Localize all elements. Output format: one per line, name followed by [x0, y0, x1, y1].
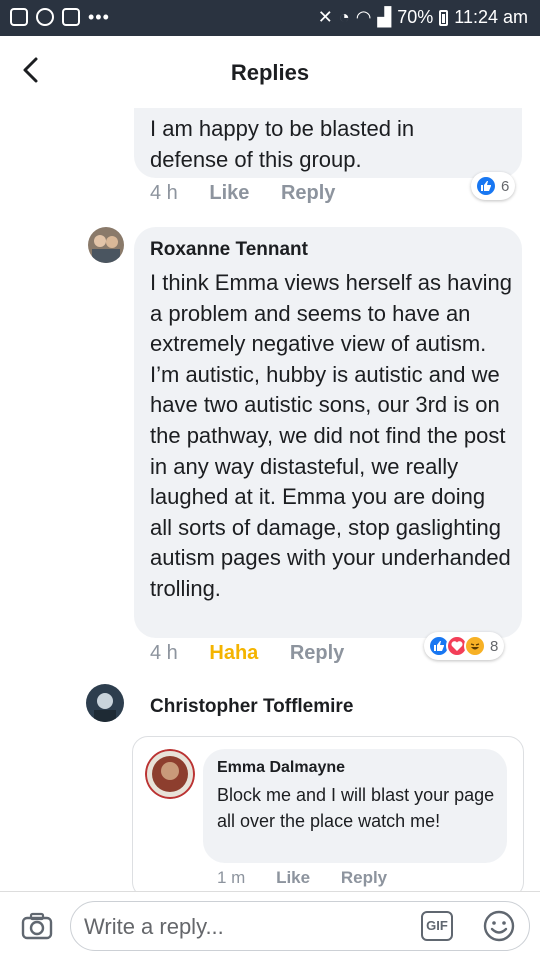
reply-input-placeholder: Write a reply... [84, 914, 224, 939]
reaction-count: 6 [501, 177, 510, 195]
comment-bubble: Roxanne Tennant I think Emma views herse… [134, 227, 522, 638]
alarm-icon: ◔ [338, 7, 350, 27]
emoji-button[interactable] [482, 909, 516, 943]
avatar[interactable] [145, 749, 195, 799]
header: Replies [0, 36, 540, 109]
reply-button[interactable]: Reply [290, 642, 344, 664]
comment-text: Block me and I will blast your page all … [217, 785, 495, 831]
signal-icon: ▟ [377, 7, 392, 27]
avatar[interactable] [88, 227, 124, 263]
more-notifications-icon: ••• [88, 7, 110, 27]
mute-icon: ✕ [317, 7, 333, 27]
comment-actions: 4 h Haha Reply [150, 642, 370, 665]
comment-author[interactable]: Christopher Tofflemire [150, 696, 353, 718]
emoji-icon [483, 910, 515, 942]
haha-reaction-button[interactable]: Haha [209, 642, 258, 664]
reply-button[interactable]: Reply [341, 868, 387, 887]
like-button[interactable]: Like [209, 182, 249, 204]
system-status: ✕ ◔ ◠ ▟ 70% 11:24 am [318, 7, 528, 28]
notification-icons: ••• [10, 8, 110, 26]
gif-button[interactable]: GIF [421, 911, 453, 941]
instagram-icon [62, 8, 80, 26]
reply-input[interactable]: Write a reply... GIF [70, 901, 530, 951]
page-title: Replies [230, 60, 310, 85]
comment-author[interactable]: Roxanne Tennant [150, 239, 308, 261]
reaction-summary[interactable]: 8 [424, 632, 505, 660]
reply-composer: Write a reply... GIF [0, 891, 540, 961]
reaction-summary[interactable]: 6 [471, 172, 516, 200]
comment-time: 1 m [217, 868, 246, 887]
messenger-icon [36, 8, 54, 26]
comment-time: 4 h [150, 642, 178, 664]
avatar[interactable] [86, 684, 124, 722]
camera-icon [21, 912, 53, 940]
nested-reply-card: Emma Dalmayne Block me and I will blast … [132, 736, 524, 891]
status-bar: ••• ✕ ◔ ◠ ▟ 70% 11:24 am [0, 0, 540, 36]
comment-author[interactable]: Emma Dalmayne [217, 759, 345, 777]
like-reaction-icon [475, 175, 497, 197]
comment-time: 4 h [150, 182, 178, 204]
comment-bubble: Emma Dalmayne Block me and I will blast … [203, 749, 507, 863]
comment-text: I am happy to be blasted in defense of t… [150, 116, 415, 172]
haha-reaction-icon [464, 635, 486, 657]
comment-text: I think Emma views herself as having a p… [150, 270, 512, 601]
clock: 11:24 am [454, 7, 528, 27]
comment-actions: 1 m Like Reply [217, 868, 413, 888]
reply-button[interactable]: Reply [281, 182, 335, 204]
reaction-count: 8 [490, 637, 499, 655]
image-icon [10, 8, 28, 26]
comment-bubble: I am happy to be blasted in defense of t… [134, 108, 522, 178]
battery-percent: 70% [397, 7, 434, 27]
comment-actions: 4 h Like Reply [150, 182, 361, 205]
like-button[interactable]: Like [276, 868, 310, 887]
replies-list[interactable]: I am happy to be blasted in defense of t… [0, 108, 540, 891]
wifi-icon: ◠ [355, 7, 372, 27]
camera-button[interactable] [20, 909, 54, 943]
battery-icon [439, 9, 449, 26]
